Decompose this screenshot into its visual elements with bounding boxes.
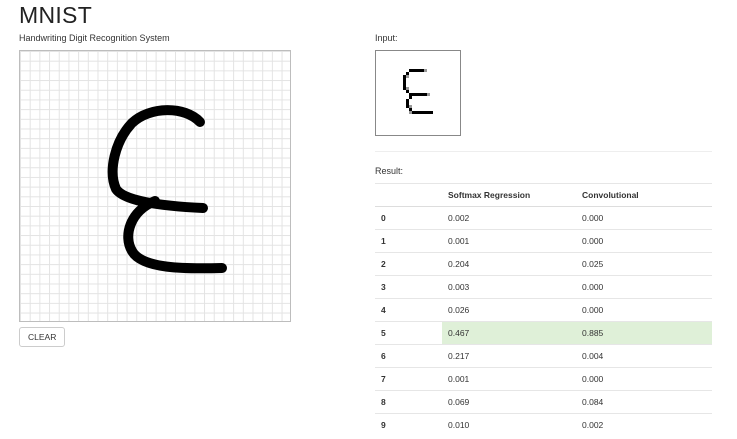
softmax-cell: 0.001 [442, 367, 576, 391]
convolutional-cell: 0.000 [576, 275, 712, 299]
convolutional-cell: 0.000 [576, 206, 712, 230]
column-header-softmax: Softmax Regression [442, 183, 576, 207]
convolutional-cell: 0.025 [576, 252, 712, 276]
softmax-cell: 0.001 [442, 229, 576, 253]
table-row-highlighted: 5 0.467 0.885 [375, 321, 712, 345]
page-subtitle: Handwriting Digit Recognition System [19, 33, 170, 43]
downsampled-digit-image [403, 69, 433, 114]
input-label: Input: [375, 33, 398, 43]
digit-cell: 2 [375, 252, 442, 276]
digit-cell: 0 [375, 206, 442, 230]
table-row: 6 0.217 0.004 [375, 344, 712, 368]
digit-cell: 4 [375, 298, 442, 322]
softmax-cell: 0.217 [442, 344, 576, 368]
digit-cell: 8 [375, 390, 442, 414]
softmax-cell: 0.069 [442, 390, 576, 414]
column-header-digit [375, 183, 442, 207]
digit-cell: 1 [375, 229, 442, 253]
softmax-cell: 0.003 [442, 275, 576, 299]
softmax-cell: 0.467 [442, 321, 576, 345]
softmax-cell: 0.026 [442, 298, 576, 322]
page-title: MNIST [19, 2, 93, 28]
drawing-canvas[interactable] [19, 50, 291, 322]
digit-cell: 6 [375, 344, 442, 368]
table-row: 4 0.026 0.000 [375, 298, 712, 322]
table-row: 0 0.002 0.000 [375, 206, 712, 230]
result-label: Result: [375, 166, 404, 176]
section-divider [375, 151, 712, 152]
table-row: 2 0.204 0.025 [375, 252, 712, 276]
clear-button[interactable]: CLEAR [19, 327, 66, 347]
digit-cell: 3 [375, 275, 442, 299]
convolutional-cell: 0.885 [576, 321, 712, 345]
results-table: Softmax Regression Convolutional 0 0.002… [375, 183, 712, 436]
convolutional-cell: 0.004 [576, 344, 712, 368]
table-row: 9 0.010 0.002 [375, 413, 712, 436]
softmax-cell: 0.002 [442, 206, 576, 230]
table-row: 8 0.069 0.084 [375, 390, 712, 414]
convolutional-cell: 0.000 [576, 298, 712, 322]
column-header-convolutional: Convolutional [576, 183, 712, 207]
input-preview [375, 50, 461, 136]
softmax-cell: 0.204 [442, 252, 576, 276]
digit-cell: 9 [375, 413, 442, 436]
convolutional-cell: 0.000 [576, 367, 712, 391]
softmax-cell: 0.010 [442, 413, 576, 436]
table-row: 3 0.003 0.000 [375, 275, 712, 299]
digit-cell: 7 [375, 367, 442, 391]
handwritten-stroke [107, 105, 227, 274]
table-row: 7 0.001 0.000 [375, 367, 712, 391]
convolutional-cell: 0.000 [576, 229, 712, 253]
convolutional-cell: 0.002 [576, 413, 712, 436]
digit-cell: 5 [375, 321, 442, 345]
table-header-row: Softmax Regression Convolutional [375, 183, 712, 207]
convolutional-cell: 0.084 [576, 390, 712, 414]
table-row: 1 0.001 0.000 [375, 229, 712, 253]
